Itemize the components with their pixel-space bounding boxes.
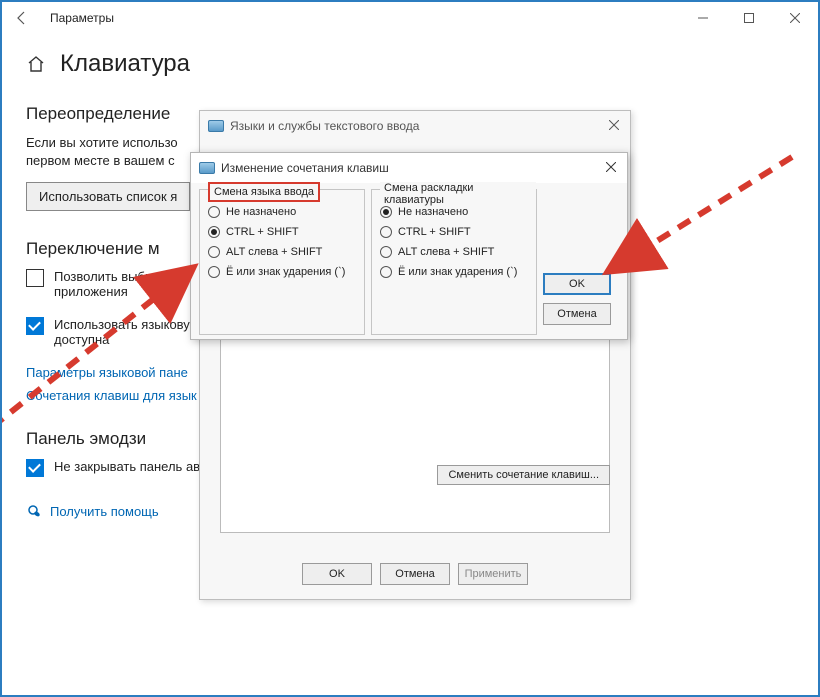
dialog1-cancel[interactable]: Отмена [380, 563, 450, 585]
radio-icon [208, 226, 220, 238]
minimize-button[interactable] [680, 2, 726, 34]
dialog2-ok[interactable]: OK [543, 273, 611, 295]
radio-icon [208, 206, 220, 218]
radio-icon [380, 266, 392, 278]
radio-lang-accent[interactable]: Ё или знак ударения (`) [208, 266, 356, 278]
settings-titlebar: Параметры [2, 2, 818, 34]
radio-icon [380, 206, 392, 218]
legend-input-language: Смена языка ввода [208, 182, 320, 202]
close-button[interactable] [772, 2, 818, 34]
dialog2-title: Изменение сочетания клавиш [221, 161, 389, 175]
radio-icon [208, 246, 220, 258]
radio-layout-accent[interactable]: Ё или знак ударения (`) [380, 266, 528, 278]
back-button[interactable] [8, 4, 36, 32]
legend-keyboard-layout: Смена раскладки клавиатуры [380, 182, 536, 206]
radio-icon [208, 266, 220, 278]
use-list-button[interactable]: Использовать список я [26, 182, 190, 211]
radio-layout-alt[interactable]: ALT слева + SHIFT [380, 246, 528, 258]
help-icon [26, 503, 42, 519]
keyboard-icon [199, 162, 215, 174]
fieldset-input-language: Смена языка ввода Не назначено CTRL + SH… [199, 189, 365, 335]
dialog-change-hotkey: Изменение сочетания клавиш Смена языка в… [190, 152, 628, 340]
page-title: Клавиатура [60, 50, 190, 78]
dialog2-cancel[interactable]: Отмена [543, 303, 611, 325]
radio-lang-none[interactable]: Не назначено [208, 206, 356, 218]
dialog1-title: Языки и службы текстового ввода [230, 119, 419, 133]
checkbox-icon [26, 269, 44, 287]
change-hotkey-button[interactable]: Сменить сочетание клавиш... [437, 465, 610, 485]
checkbox-icon [26, 317, 44, 335]
radio-lang-alt[interactable]: ALT слева + SHIFT [208, 246, 356, 258]
dialog1-close[interactable] [604, 119, 624, 133]
keyboard-icon [208, 120, 224, 132]
fieldset-keyboard-layout: Смена раскладки клавиатуры Не назначено … [371, 189, 537, 335]
radio-icon [380, 246, 392, 258]
window-title: Параметры [50, 11, 114, 25]
dialog2-close[interactable] [601, 161, 621, 175]
maximize-button[interactable] [726, 2, 772, 34]
radio-icon [380, 226, 392, 238]
radio-lang-ctrl[interactable]: CTRL + SHIFT [208, 226, 356, 238]
dialog1-apply[interactable]: Применить [458, 563, 528, 585]
radio-layout-none[interactable]: Не назначено [380, 206, 528, 218]
checkbox-icon [26, 459, 44, 477]
dialog1-ok[interactable]: OK [302, 563, 372, 585]
home-icon[interactable] [26, 54, 46, 74]
radio-layout-ctrl[interactable]: CTRL + SHIFT [380, 226, 528, 238]
